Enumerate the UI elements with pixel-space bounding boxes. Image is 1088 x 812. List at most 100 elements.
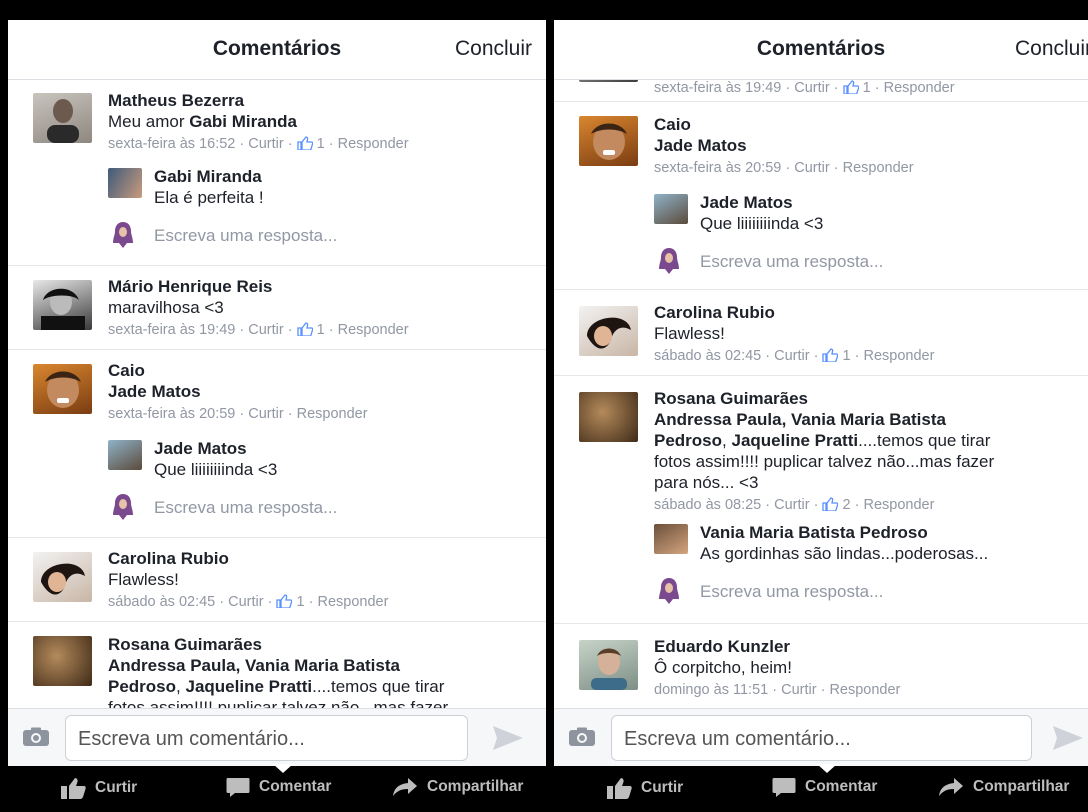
like-link[interactable]: Curtir xyxy=(774,348,809,364)
reply-link[interactable]: Responder xyxy=(863,497,934,513)
tab-share[interactable]: Compartilhar xyxy=(938,777,1069,797)
tagged-user[interactable]: Pedroso xyxy=(654,431,722,450)
comment-body: Eduardo Kunzler Ô corpitcho, heim! domin… xyxy=(654,636,1076,700)
timestamp: sábado às 08:25 xyxy=(654,497,762,513)
avatar[interactable] xyxy=(33,93,92,143)
comment-text-part: para nós... <3 xyxy=(654,473,759,492)
commenter-name[interactable]: Matheus Bezerra xyxy=(108,90,534,111)
send-icon[interactable] xyxy=(1052,725,1084,751)
commenter-name[interactable]: Caio xyxy=(654,114,1076,135)
commenter-name[interactable]: Jade Matos xyxy=(154,438,534,459)
reply-body: Vania Maria Batista Pedroso As gordinhas… xyxy=(700,522,1076,564)
send-icon[interactable] xyxy=(492,725,524,751)
avatar[interactable] xyxy=(579,80,638,82)
comment-text: Andressa Paula, Vania Maria Batista Pedro… xyxy=(654,409,1076,493)
comment-text-part: ....temos que tirar xyxy=(312,677,445,696)
commenter-name[interactable]: Carolina Rubio xyxy=(108,548,534,569)
tagged-user[interactable]: Andressa Paula xyxy=(654,410,782,429)
timestamp: sexta-feira às 19:49 xyxy=(654,80,782,96)
comment-input[interactable]: Escreva um comentário... xyxy=(611,715,1032,761)
reply-link[interactable]: Responder xyxy=(829,682,900,698)
tagged-user[interactable]: Jade Matos xyxy=(108,382,201,401)
comment-text: Andressa Paula, Vania Maria Batista Pedro… xyxy=(108,655,534,708)
like-link[interactable]: Curtir xyxy=(248,136,283,152)
commenter-name[interactable]: Eduardo Kunzler xyxy=(654,636,1076,657)
write-reply-input[interactable]: Escreva uma resposta... xyxy=(700,252,883,272)
avatar[interactable] xyxy=(654,194,688,224)
tagged-user[interactable]: Vania Maria Batista xyxy=(245,656,400,675)
commenter-name[interactable]: Rosana Guimarães xyxy=(654,388,1076,409)
comment-input[interactable]: Escreva um comentário... xyxy=(65,715,468,761)
tab-like[interactable]: Curtir xyxy=(606,777,683,799)
avatar[interactable] xyxy=(33,280,92,330)
like-count: 1 xyxy=(316,136,325,152)
timestamp: domingo às 11:51 xyxy=(654,682,769,698)
like-link[interactable]: Curtir xyxy=(228,594,263,610)
write-reply-input[interactable]: Escreva uma resposta... xyxy=(154,226,337,246)
avatar[interactable] xyxy=(654,524,688,554)
reply-link[interactable]: Responder xyxy=(338,136,409,152)
avatar[interactable] xyxy=(108,440,142,470)
write-reply-input[interactable]: Escreva uma resposta... xyxy=(700,582,883,602)
avatar[interactable] xyxy=(33,636,92,686)
reply-link[interactable]: Responder xyxy=(317,594,388,610)
commenter-name[interactable]: Rosana Guimarães xyxy=(108,634,534,655)
done-button[interactable]: Concluir xyxy=(455,37,532,61)
tab-comment[interactable]: Comentar xyxy=(772,777,877,797)
commenter-name[interactable]: Mário Henrique Reis xyxy=(108,276,534,297)
caret-indicator xyxy=(817,764,837,773)
reply-link[interactable]: Responder xyxy=(884,80,955,96)
comment-meta: sábado às 02:45 · Curtir · 1 · Responder xyxy=(108,594,389,610)
tagged-user[interactable]: Jaqueline Pratti xyxy=(185,677,312,696)
comments-feed[interactable]: Matheus Bezerra Meu amor Gabi Miranda se… xyxy=(8,80,546,708)
tagged-user[interactable]: Jade Matos xyxy=(654,136,747,155)
tab-comment[interactable]: Comentar xyxy=(226,777,331,797)
tagged-user[interactable]: Andressa Paula xyxy=(108,656,236,675)
comment-item: Matheus Bezerra Meu amor Gabi Miranda se… xyxy=(8,80,546,266)
tagged-user[interactable]: Vania Maria Batista xyxy=(791,410,946,429)
avatar[interactable] xyxy=(579,392,638,442)
like-link[interactable]: Curtir xyxy=(774,497,809,513)
avatar[interactable] xyxy=(579,640,638,690)
comments-header: Comentários Concluir xyxy=(554,20,1088,80)
avatar[interactable] xyxy=(579,116,638,166)
camera-icon[interactable] xyxy=(22,727,50,747)
tab-comment-label: Comentar xyxy=(805,778,878,795)
like-link[interactable]: Curtir xyxy=(248,406,283,422)
comment-body: Matheus Bezerra Meu amor Gabi Miranda se… xyxy=(108,90,534,154)
comment-text-part: fotos assim!!!! puplicar talvez não...ma… xyxy=(654,452,995,471)
reply-link[interactable]: Responder xyxy=(338,322,409,338)
like-link[interactable]: Curtir xyxy=(781,682,816,698)
comment-text-part: , xyxy=(235,656,246,675)
commenter-name[interactable]: Jade Matos xyxy=(700,192,1076,213)
like-count-icon xyxy=(842,80,859,94)
tagged-user[interactable]: Pedroso xyxy=(108,677,176,696)
avatar[interactable] xyxy=(33,364,92,414)
like-link[interactable]: Curtir xyxy=(794,80,829,96)
avatar[interactable] xyxy=(579,306,638,356)
commenter-name[interactable]: Caio xyxy=(108,360,534,381)
like-count-icon xyxy=(296,136,313,150)
commenter-name[interactable]: Vania Maria Batista Pedroso xyxy=(700,522,1076,543)
tab-share[interactable]: Compartilhar xyxy=(392,777,523,797)
tab-like[interactable]: Curtir xyxy=(60,777,137,799)
like-link[interactable]: Curtir xyxy=(248,322,283,338)
tagged-user[interactable]: Jaqueline Pratti xyxy=(731,431,858,450)
comments-feed[interactable]: sexta-feira às 19:49 · Curtir · 1 · Resp… xyxy=(554,80,1088,708)
comment-item: Caio Jade Matos sexta-feira às 20:59 · C… xyxy=(8,350,546,538)
commenter-name[interactable]: Carolina Rubio xyxy=(654,302,1076,323)
avatar[interactable] xyxy=(33,552,92,602)
comment-text: Jade Matos xyxy=(108,381,534,402)
thumbs-up-icon xyxy=(607,778,632,799)
write-reply-input[interactable]: Escreva uma resposta... xyxy=(154,498,337,518)
reply-link[interactable]: Responder xyxy=(863,348,934,364)
camera-icon[interactable] xyxy=(568,727,596,747)
like-count-icon xyxy=(822,497,839,511)
avatar[interactable] xyxy=(108,168,142,198)
like-link[interactable]: Curtir xyxy=(794,160,829,176)
done-button[interactable]: Concluir xyxy=(1015,37,1088,61)
tagged-user[interactable]: Gabi Miranda xyxy=(189,112,297,131)
reply-link[interactable]: Responder xyxy=(843,160,914,176)
reply-link[interactable]: Responder xyxy=(297,406,368,422)
commenter-name[interactable]: Gabi Miranda xyxy=(154,166,534,187)
